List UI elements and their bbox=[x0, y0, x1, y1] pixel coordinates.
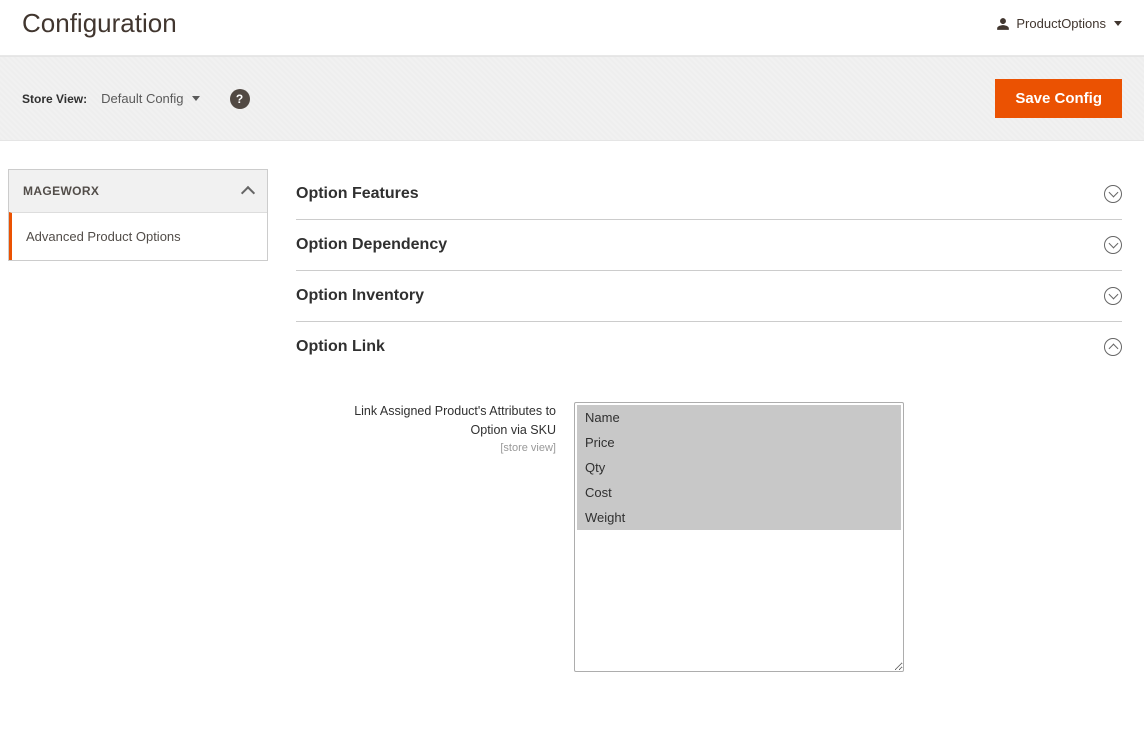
accordion-option-link[interactable]: Option Link bbox=[296, 322, 1122, 372]
accordion-title: Option Link bbox=[296, 338, 385, 356]
accordion-title: Option Inventory bbox=[296, 287, 424, 305]
chevron-down-icon bbox=[1104, 185, 1122, 203]
multiselect-option[interactable]: Price bbox=[577, 430, 901, 455]
help-icon[interactable]: ? bbox=[230, 89, 250, 109]
store-view-label: Store View: bbox=[22, 92, 87, 106]
field-control-column: NamePriceQtyCostWeight bbox=[574, 402, 1122, 672]
multiselect-option[interactable]: Cost bbox=[577, 480, 901, 505]
page-header: Configuration ProductOptions bbox=[0, 0, 1144, 56]
multiselect-option[interactable]: Name bbox=[577, 405, 901, 430]
field-label: Link Assigned Product's Attributes to Op… bbox=[296, 402, 556, 440]
content-wrapper: MAGEWORX Advanced Product Options Option… bbox=[0, 141, 1144, 732]
save-config-button[interactable]: Save Config bbox=[995, 79, 1122, 118]
chevron-up-icon bbox=[241, 186, 255, 200]
chevron-down-icon bbox=[1104, 287, 1122, 305]
page-title: Configuration bbox=[22, 8, 177, 39]
caret-down-icon bbox=[192, 96, 200, 101]
sidebar-group-label: MAGEWORX bbox=[23, 184, 99, 198]
accordion-option-features[interactable]: Option Features bbox=[296, 169, 1122, 220]
main-column: Option Features Option Dependency Option… bbox=[296, 169, 1122, 692]
user-icon bbox=[996, 17, 1010, 31]
sidebar-item-advanced-product-options[interactable]: Advanced Product Options bbox=[9, 212, 267, 260]
accordion-title: Option Features bbox=[296, 185, 419, 203]
store-view-value: Default Config bbox=[101, 91, 183, 106]
multiselect-option[interactable]: Weight bbox=[577, 505, 901, 530]
account-username: ProductOptions bbox=[1016, 16, 1106, 31]
sidebar-group-header[interactable]: MAGEWORX bbox=[9, 170, 267, 212]
field-label-column: Link Assigned Product's Attributes to Op… bbox=[296, 402, 556, 672]
chevron-down-icon bbox=[1104, 236, 1122, 254]
caret-down-icon bbox=[1114, 21, 1122, 26]
option-link-body: Link Assigned Product's Attributes to Op… bbox=[296, 372, 1122, 692]
accordion-option-dependency[interactable]: Option Dependency bbox=[296, 220, 1122, 271]
sidebar: MAGEWORX Advanced Product Options bbox=[8, 169, 268, 692]
sidebar-group: MAGEWORX Advanced Product Options bbox=[8, 169, 268, 261]
sidebar-item-label: Advanced Product Options bbox=[26, 229, 181, 244]
field-scope: [store view] bbox=[296, 442, 556, 454]
accordion-title: Option Dependency bbox=[296, 236, 447, 254]
actions-bar: Store View: Default Config ? Save Config bbox=[0, 56, 1144, 141]
chevron-up-icon bbox=[1104, 338, 1122, 356]
link-attributes-multiselect[interactable]: NamePriceQtyCostWeight bbox=[574, 402, 904, 672]
field-label-line2: Option via SKU bbox=[471, 423, 556, 437]
multiselect-option[interactable]: Qty bbox=[577, 455, 901, 480]
store-view-select[interactable]: Default Config bbox=[101, 91, 199, 106]
accordion-option-inventory[interactable]: Option Inventory bbox=[296, 271, 1122, 322]
account-menu[interactable]: ProductOptions bbox=[996, 16, 1122, 31]
field-label-line1: Link Assigned Product's Attributes to bbox=[354, 404, 556, 418]
